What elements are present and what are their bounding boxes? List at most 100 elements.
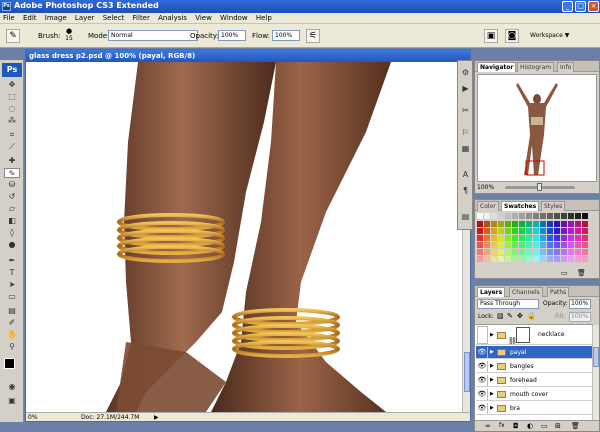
add-mask-icon[interactable]: ◘ [513,422,519,430]
color-swatch[interactable] [519,256,525,262]
screen-mode-icon[interactable]: ▣ [4,396,20,406]
color-swatch[interactable] [498,256,504,262]
menu-view[interactable]: View [192,13,215,24]
color-swatch[interactable] [533,242,539,248]
color-swatch[interactable] [575,242,581,248]
color-swatch[interactable] [540,242,546,248]
color-swatch[interactable] [484,249,490,255]
menu-analysis[interactable]: Analysis [155,13,190,24]
color-swatch[interactable] [526,256,532,262]
color-swatch[interactable] [533,221,539,227]
tab-paths[interactable]: Paths [547,287,570,297]
character-panel-icon[interactable]: A [460,169,471,180]
color-swatch[interactable] [540,249,546,255]
color-swatch[interactable] [533,213,539,219]
color-swatch[interactable] [575,249,581,255]
color-swatch[interactable] [491,228,497,234]
color-swatch[interactable] [491,213,497,219]
color-swatch[interactable] [505,249,511,255]
flow-input[interactable]: 100% [272,30,300,41]
airbrush-icon[interactable]: ⚟ [306,29,320,43]
layer-style-icon[interactable]: fx [499,422,505,429]
swatch-grid[interactable] [477,213,591,269]
expand-arrow-icon[interactable]: ▶ [490,388,494,401]
status-menu-arrow-icon[interactable]: ▶ [154,413,159,422]
color-swatch[interactable] [519,249,525,255]
color-swatch[interactable] [561,256,567,262]
zoom-tool-icon[interactable]: ⚲ [4,342,20,352]
gradient-tool-icon[interactable]: ◧ [4,216,20,226]
color-swatch[interactable] [491,249,497,255]
color-swatch[interactable] [477,249,483,255]
color-swatch[interactable] [533,228,539,234]
color-swatch[interactable] [498,249,504,255]
tab-channels[interactable]: Channels [509,287,543,297]
adjustment-layer-icon[interactable]: ◐ [527,422,533,430]
file-browser-icon[interactable]: ▣ [484,29,498,43]
color-swatch[interactable] [477,235,483,241]
delete-swatch-icon[interactable]: 🗑 [577,269,586,277]
color-swatch[interactable] [519,228,525,234]
color-swatch[interactable] [568,242,574,248]
color-swatch[interactable] [561,242,567,248]
slice-tool-icon[interactable]: ⟋ [4,142,20,152]
navigator-preview[interactable] [477,74,597,182]
layer-opacity-input[interactable]: 100% [569,299,591,309]
color-swatch[interactable] [526,235,532,241]
color-swatch[interactable] [484,256,490,262]
color-swatch[interactable] [575,256,581,262]
color-swatch[interactable] [512,249,518,255]
expand-arrow-icon[interactable]: ▶ [490,360,494,373]
expand-arrow-icon[interactable]: ▶ [490,325,494,345]
color-swatch[interactable] [561,228,567,234]
color-swatch[interactable] [484,242,490,248]
color-swatch[interactable] [484,213,490,219]
color-swatch[interactable] [498,228,504,234]
fill-input[interactable]: 100% [569,312,591,322]
color-swatch[interactable] [505,213,511,219]
magic-wand-tool-icon[interactable]: ⁂ [4,116,20,126]
pen-tool-icon[interactable]: ✒ [4,256,20,266]
color-swatch[interactable] [575,213,581,219]
eye-icon[interactable]: 👁 [477,403,488,414]
color-swatch[interactable] [575,221,581,227]
color-swatch[interactable] [540,221,546,227]
eye-icon[interactable]: 👁 [477,389,488,400]
color-swatch[interactable] [526,221,532,227]
color-swatch[interactable] [477,221,483,227]
color-swatch[interactable] [547,242,553,248]
link-layers-icon[interactable]: ∞ [485,422,491,430]
color-swatch[interactable] [533,249,539,255]
navigator-zoom[interactable]: 100% [477,184,494,191]
color-swatch[interactable] [575,235,581,241]
layers-scrollbar[interactable] [592,325,599,421]
lock-all-icon[interactable]: 🔒 [527,312,536,320]
new-swatch-icon[interactable]: ▭ [561,269,568,277]
expand-arrow-icon[interactable]: ▶ [490,374,494,387]
navigator-slider-handle[interactable] [537,183,542,191]
bridge-icon[interactable]: ◙ [505,29,519,43]
layer-mask-thumbnail[interactable] [516,327,530,343]
color-swatch[interactable] [498,235,504,241]
expand-arrow-icon[interactable]: ▶ [490,402,494,415]
layer-row-mouth-cover[interactable]: 👁 ▶ mouth cover [476,388,592,401]
type-tool-icon[interactable]: T [4,268,20,278]
color-swatch[interactable] [519,242,525,248]
color-swatch[interactable] [484,235,490,241]
color-swatch[interactable] [547,228,553,234]
lock-position-icon[interactable]: ✥ [517,312,523,320]
clone-source-icon[interactable]: ✂ [460,105,471,116]
layer-row-forehead[interactable]: 👁 ▶ forehead [476,374,592,387]
maximize-button[interactable]: □ [575,1,586,12]
layers-scrollbar-thumb[interactable] [593,347,599,367]
path-selection-tool-icon[interactable]: ➤ [4,280,20,290]
tab-info[interactable]: Info [557,62,575,72]
color-swatch[interactable] [512,228,518,234]
scrollbar-thumb[interactable] [464,352,470,392]
blur-tool-icon[interactable]: ◊ [4,228,20,238]
layer-comps-icon[interactable]: ▤ [460,211,471,222]
color-swatch[interactable] [512,221,518,227]
menu-filter[interactable]: Filter [130,13,153,24]
color-swatch[interactable] [540,256,546,262]
layer-row-bangles[interactable]: 👁 ▶ bangles [476,360,592,373]
